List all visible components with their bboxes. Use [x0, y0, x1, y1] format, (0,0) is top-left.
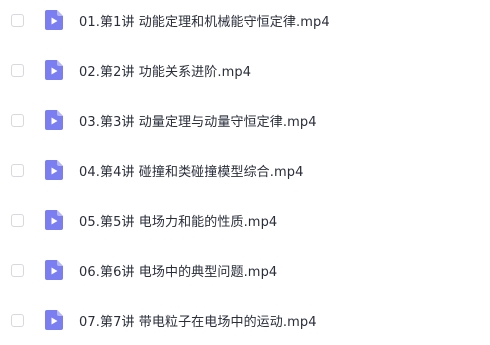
video-file-icon — [45, 10, 63, 30]
file-row[interactable]: 05.第5讲 电场力和能的性质.mp4 — [0, 195, 490, 245]
video-file-icon — [45, 60, 63, 80]
file-row[interactable]: 01.第1讲 动能定理和机械能守恒定律.mp4 — [0, 0, 490, 45]
file-name[interactable]: 06.第6讲 电场中的典型问题.mp4 — [79, 261, 277, 280]
row-checkbox[interactable] — [11, 163, 24, 177]
file-name[interactable]: 01.第1讲 动能定理和机械能守恒定律.mp4 — [79, 11, 330, 30]
file-row[interactable]: 06.第6讲 电场中的典型问题.mp4 — [0, 245, 490, 295]
file-list: 01.第1讲 动能定理和机械能守恒定律.mp4 02.第2讲 功能关系进阶.mp… — [0, 0, 490, 330]
row-checkbox[interactable] — [11, 213, 24, 227]
row-checkbox[interactable] — [11, 113, 24, 127]
row-checkbox[interactable] — [11, 263, 24, 277]
row-checkbox[interactable] — [11, 63, 24, 77]
file-name[interactable]: 04.第4讲 碰撞和类碰撞模型综合.mp4 — [79, 161, 304, 180]
file-name[interactable]: 02.第2讲 功能关系进阶.mp4 — [79, 61, 251, 80]
video-file-icon — [45, 110, 63, 130]
video-file-icon — [45, 310, 63, 330]
video-file-icon — [45, 210, 63, 230]
row-checkbox[interactable] — [11, 313, 24, 327]
file-name[interactable]: 03.第3讲 动量定理与动量守恒定律.mp4 — [79, 111, 317, 130]
file-row[interactable]: 03.第3讲 动量定理与动量守恒定律.mp4 — [0, 95, 490, 145]
file-row[interactable]: 02.第2讲 功能关系进阶.mp4 — [0, 45, 490, 95]
file-row[interactable]: 04.第4讲 碰撞和类碰撞模型综合.mp4 — [0, 145, 490, 195]
file-name[interactable]: 05.第5讲 电场力和能的性质.mp4 — [79, 211, 277, 230]
video-file-icon — [45, 260, 63, 280]
file-name[interactable]: 07.第7讲 带电粒子在电场中的运动.mp4 — [79, 311, 317, 330]
file-row[interactable]: 07.第7讲 带电粒子在电场中的运动.mp4 — [0, 295, 490, 345]
video-file-icon — [45, 160, 63, 180]
row-checkbox[interactable] — [11, 13, 24, 27]
